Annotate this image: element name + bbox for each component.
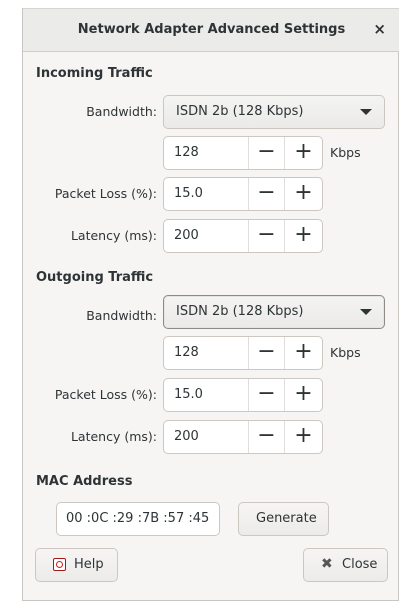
outgoing-latency-label: Latency (ms):: [70, 429, 157, 444]
title-bar: Network Adapter Advanced Settings ×: [23, 8, 399, 52]
outgoing-kbps-spinner[interactable]: 128 − +: [163, 336, 323, 370]
chevron-down-icon: [360, 109, 372, 115]
outgoing-latency-spinner[interactable]: 200 − +: [163, 420, 323, 454]
mac-address-heading: MAC Address: [36, 474, 133, 489]
close-icon[interactable]: ×: [373, 20, 386, 38]
help-button[interactable]: Help: [35, 548, 118, 582]
outgoing-kbps-unit: Kbps: [330, 345, 361, 360]
incoming-latency-spinner[interactable]: 200 − +: [163, 219, 323, 253]
outgoing-bandwidth-combo[interactable]: ISDN 2b (128 Kbps): [163, 295, 385, 329]
incoming-traffic-heading: Incoming Traffic: [36, 66, 153, 81]
outgoing-bandwidth-label: Bandwidth:: [86, 308, 157, 323]
outgoing-traffic-heading: Outgoing Traffic: [36, 270, 154, 285]
incoming-kbps-increment-button[interactable]: +: [284, 137, 322, 169]
close-icon: ✖: [321, 556, 333, 572]
incoming-latency-decrement-button[interactable]: −: [248, 220, 284, 252]
incoming-kbps-spinner[interactable]: 128 − +: [163, 136, 323, 170]
incoming-latency-increment-button[interactable]: +: [284, 220, 322, 252]
outgoing-packet-loss-decrement-button[interactable]: −: [248, 379, 284, 411]
outgoing-latency-value[interactable]: 200: [174, 429, 199, 444]
incoming-packet-loss-decrement-button[interactable]: −: [248, 178, 284, 210]
incoming-packet-loss-increment-button[interactable]: +: [284, 178, 322, 210]
help-icon: [53, 558, 66, 571]
settings-dialog: Network Adapter Advanced Settings × Inco…: [22, 8, 399, 601]
close-button-label: Close: [342, 557, 378, 572]
outgoing-packet-loss-increment-button[interactable]: +: [284, 379, 322, 411]
incoming-bandwidth-value: ISDN 2b (128 Kbps): [176, 104, 304, 119]
outgoing-packet-loss-label: Packet Loss (%):: [54, 387, 157, 402]
incoming-latency-value[interactable]: 200: [174, 228, 199, 243]
outgoing-latency-increment-button[interactable]: +: [284, 421, 322, 453]
incoming-kbps-value[interactable]: 128: [174, 145, 199, 160]
outgoing-kbps-value[interactable]: 128: [174, 345, 199, 360]
incoming-bandwidth-combo[interactable]: ISDN 2b (128 Kbps): [163, 95, 385, 129]
generate-button-label: Generate: [256, 511, 317, 526]
incoming-packet-loss-value[interactable]: 15.0: [174, 186, 203, 201]
outgoing-kbps-increment-button[interactable]: +: [284, 337, 322, 369]
mac-address-value[interactable]: 00 :0C :29 :7B :57 :45: [66, 511, 209, 526]
incoming-latency-label: Latency (ms):: [70, 228, 157, 243]
chevron-down-icon: [360, 309, 372, 315]
outgoing-bandwidth-value: ISDN 2b (128 Kbps): [176, 304, 304, 319]
outgoing-kbps-decrement-button[interactable]: −: [248, 337, 284, 369]
help-button-label: Help: [74, 557, 104, 572]
outgoing-packet-loss-spinner[interactable]: 15.0 − +: [163, 378, 323, 412]
incoming-kbps-decrement-button[interactable]: −: [248, 137, 284, 169]
incoming-bandwidth-label: Bandwidth:: [86, 104, 157, 119]
generate-button[interactable]: Generate: [238, 502, 329, 536]
outgoing-latency-decrement-button[interactable]: −: [248, 421, 284, 453]
incoming-kbps-unit: Kbps: [330, 145, 361, 160]
mac-address-field[interactable]: 00 :0C :29 :7B :57 :45: [56, 502, 220, 536]
incoming-packet-loss-label: Packet Loss (%):: [54, 186, 157, 201]
outgoing-packet-loss-value[interactable]: 15.0: [174, 387, 203, 402]
incoming-packet-loss-spinner[interactable]: 15.0 − +: [163, 177, 323, 211]
close-button[interactable]: ✖ Close: [303, 548, 388, 582]
dialog-title: Network Adapter Advanced Settings: [77, 22, 346, 37]
